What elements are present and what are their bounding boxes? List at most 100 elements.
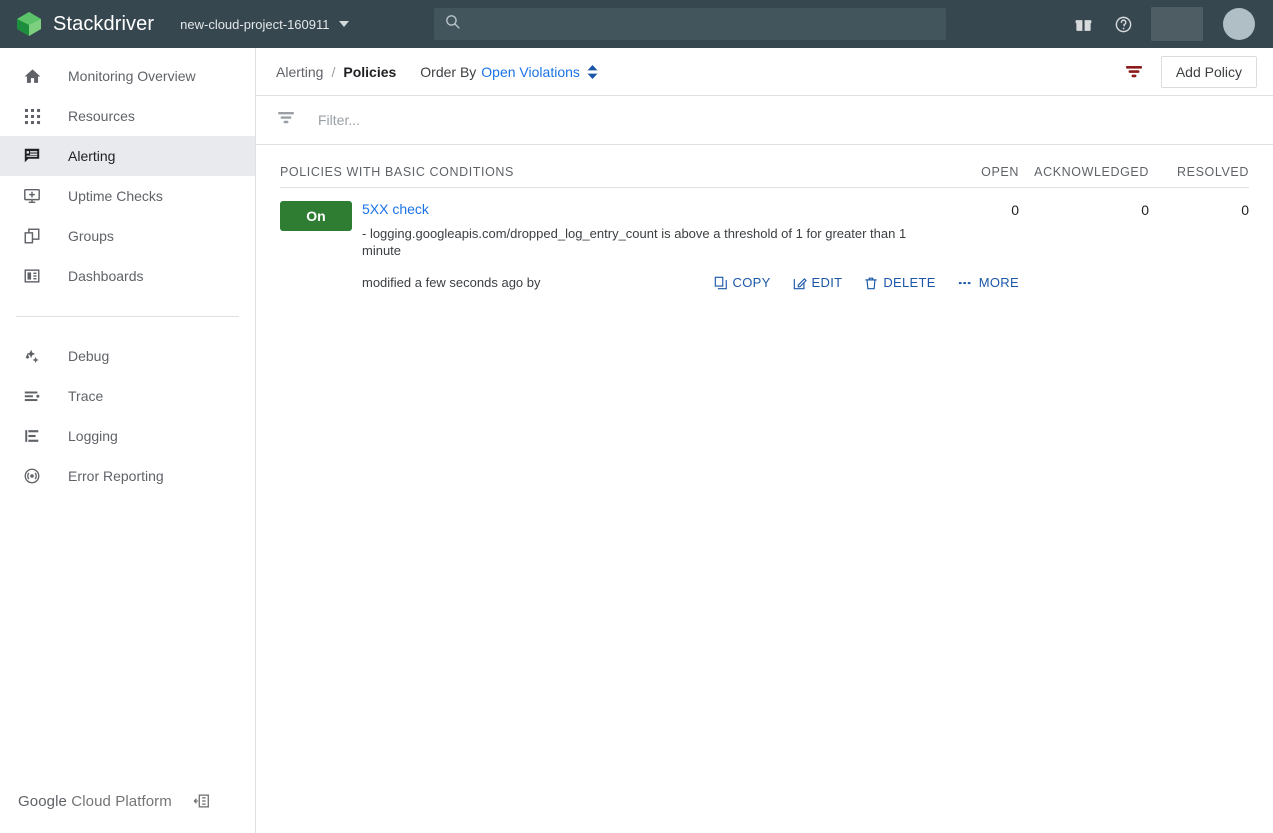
page-title: Policies: [343, 63, 397, 80]
main-panel: Alerting / Policies Order By Open Violat…: [256, 48, 1273, 833]
gcp-rest-word: Cloud Platform: [71, 792, 172, 810]
filter-active-icon[interactable]: [1121, 59, 1147, 85]
policy-condition-text: - logging.googleapis.com/dropped_log_ent…: [362, 226, 907, 258]
policies-table-header: POLICIES WITH BASIC CONDITIONS OPEN ACKN…: [280, 145, 1249, 188]
more-button[interactable]: MORE: [958, 275, 1019, 290]
brand-name: Stackdriver: [53, 12, 155, 35]
filter-icon[interactable]: [276, 108, 296, 133]
avatar[interactable]: [1223, 8, 1255, 40]
policy-counts: 0 0 0: [923, 200, 1249, 218]
grid-dots-icon: [20, 104, 44, 128]
sidebar-footer: Google Cloud Platform: [0, 769, 255, 833]
sidebar-item-trace[interactable]: Trace: [0, 376, 255, 416]
delete-button[interactable]: DELETE: [864, 275, 935, 290]
filter-input[interactable]: [318, 112, 1273, 128]
copy-label: COPY: [732, 275, 771, 290]
count-open: 0: [1011, 202, 1019, 218]
order-by-label: Order By: [420, 63, 477, 80]
account-placeholder[interactable]: [1151, 7, 1203, 41]
search-icon: [444, 13, 461, 35]
gcp-google-word: Google: [18, 792, 67, 810]
collapse-sidebar-icon[interactable]: [190, 789, 214, 813]
sidebar-item-alerting[interactable]: Alerting: [0, 136, 255, 176]
help-circle-icon[interactable]: [1111, 12, 1135, 36]
sidebar-item-resources[interactable]: Resources: [0, 96, 255, 136]
sidebar-item-uptime-checks[interactable]: Uptime Checks: [0, 176, 255, 216]
sidebar-label: Resources: [68, 108, 135, 124]
stackdriver-cube-logo-icon: [14, 10, 44, 38]
order-by-control: Order By Open Violations: [420, 64, 599, 80]
header-actions: [1071, 7, 1261, 41]
layers-icon: [20, 224, 44, 248]
sidebar-label: Uptime Checks: [68, 188, 163, 204]
sidebar-label: Logging: [68, 428, 118, 444]
sort-updown-icon[interactable]: [586, 64, 599, 80]
more-dots-icon: [958, 276, 974, 290]
sidebar-label: Trace: [68, 388, 104, 404]
column-header-resolved: RESOLVED: [1177, 165, 1249, 179]
sidebar-label: Monitoring Overview: [68, 68, 196, 84]
breadcrumb-alerting[interactable]: Alerting: [276, 64, 323, 80]
sidebar-divider: [16, 316, 239, 317]
policy-modified-text: modified a few seconds ago by: [362, 275, 541, 290]
sidebar-label: Debug: [68, 348, 110, 364]
page-toolbar: Alerting / Policies Order By Open Violat…: [256, 48, 1273, 96]
sidebar-item-monitoring-overview[interactable]: Monitoring Overview: [0, 56, 255, 96]
column-headers: OPEN ACKNOWLEDGED RESOLVED: [923, 165, 1249, 179]
sidebar-label: Error Reporting: [68, 468, 164, 484]
copy-icon: [714, 276, 728, 290]
trace-icon: [20, 384, 44, 408]
home-icon: [20, 64, 44, 88]
sidebar-label: Alerting: [68, 148, 116, 164]
brand[interactable]: Stackdriver: [14, 10, 154, 38]
sidebar-label: Groups: [68, 228, 114, 244]
order-by-value[interactable]: Open Violations: [481, 64, 580, 80]
column-header-open: OPEN: [981, 165, 1019, 179]
copy-button[interactable]: COPY: [714, 275, 771, 290]
global-search[interactable]: [434, 8, 946, 40]
app-body: Monitoring Overview Resources Alerting U…: [0, 48, 1273, 833]
project-name: new-cloud-project-160911: [180, 16, 330, 32]
nav-secondary: Debug Trace Logging Error Reporting: [0, 336, 255, 496]
policy-row-main: On 5XX check - logging.googleapis.com/dr…: [280, 200, 1249, 259]
section-title: POLICIES WITH BASIC CONDITIONS: [280, 165, 514, 179]
delete-label: DELETE: [883, 275, 936, 290]
count-resolved: 0: [1241, 202, 1249, 218]
sidebar-item-groups[interactable]: Groups: [0, 216, 255, 256]
policy-name-link[interactable]: 5XX check: [362, 201, 429, 217]
edit-label: EDIT: [811, 275, 843, 290]
edit-button[interactable]: EDIT: [793, 275, 843, 290]
error-reporting-icon: [20, 464, 44, 488]
top-header-bar: Stackdriver new-cloud-project-160911: [0, 0, 1273, 48]
count-acknowledged: 0: [1141, 202, 1149, 218]
action-buttons: COPY EDIT DELETE MORE: [714, 275, 1019, 290]
trash-icon: [864, 276, 878, 290]
column-header-acknowledged: ACKNOWLEDGED: [1034, 165, 1149, 179]
edit-pencil-icon: [793, 276, 807, 290]
policies-content: POLICIES WITH BASIC CONDITIONS OPEN ACKN…: [256, 145, 1273, 833]
toolbar-actions: Add Policy: [1121, 55, 1257, 88]
monitor-check-icon: [20, 184, 44, 208]
breadcrumb-separator: /: [331, 63, 336, 80]
policy-details: 5XX check - logging.googleapis.com/dropp…: [362, 200, 923, 259]
policy-state-toggle[interactable]: On: [280, 201, 352, 231]
more-label: MORE: [978, 275, 1019, 290]
logging-icon: [20, 424, 44, 448]
left-sidebar: Monitoring Overview Resources Alerting U…: [0, 48, 256, 833]
sidebar-item-logging[interactable]: Logging: [0, 416, 255, 456]
dashboard-icon: [20, 264, 44, 288]
search-input[interactable]: [471, 16, 936, 32]
announcement-icon: [20, 144, 44, 168]
google-cloud-platform-logo: Google Cloud Platform: [18, 793, 172, 810]
stackdriver-app: Stackdriver new-cloud-project-160911 Mon…: [0, 0, 1273, 833]
sidebar-item-error-reporting[interactable]: Error Reporting: [0, 456, 255, 496]
sidebar-item-dashboards[interactable]: Dashboards: [0, 256, 255, 296]
policy-row-actions: modified a few seconds ago by COPY EDIT …: [280, 275, 1249, 290]
sidebar-label: Dashboards: [68, 268, 144, 284]
sidebar-item-debug[interactable]: Debug: [0, 336, 255, 376]
add-policy-button[interactable]: Add Policy: [1160, 55, 1257, 88]
debug-icon: [20, 344, 44, 368]
gift-icon[interactable]: [1071, 12, 1095, 36]
table-row: On 5XX check - logging.googleapis.com/dr…: [280, 188, 1249, 290]
project-selector[interactable]: new-cloud-project-160911: [180, 16, 349, 32]
